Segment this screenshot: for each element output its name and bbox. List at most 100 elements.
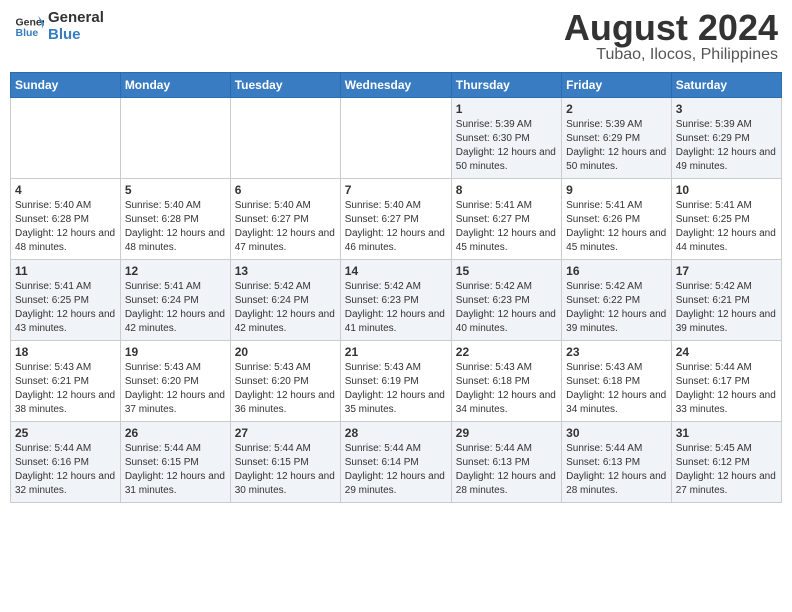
calendar-cell xyxy=(11,98,121,179)
day-info: Sunrise: 5:44 AM Sunset: 6:17 PM Dayligh… xyxy=(676,361,777,417)
calendar-subtitle: Tubao, Ilocos, Philippines xyxy=(564,46,778,64)
day-info: Sunrise: 5:43 AM Sunset: 6:20 PM Dayligh… xyxy=(125,361,226,417)
calendar-week-row: 18Sunrise: 5:43 AM Sunset: 6:21 PM Dayli… xyxy=(11,341,782,422)
day-info: Sunrise: 5:41 AM Sunset: 6:27 PM Dayligh… xyxy=(456,199,557,255)
calendar-cell: 3Sunrise: 5:39 AM Sunset: 6:29 PM Daylig… xyxy=(671,98,781,179)
calendar-cell: 14Sunrise: 5:42 AM Sunset: 6:23 PM Dayli… xyxy=(340,260,451,341)
calendar-cell: 16 Sunrise: 5:42 AM Sunset: 6:22 PM Dayli… xyxy=(562,260,672,341)
day-number: 7 xyxy=(345,183,447,197)
day-info: Sunrise: 5:40 AM Sunset: 6:28 PM Dayligh… xyxy=(15,199,116,255)
day-info: Sunrise: 5:43 AM Sunset: 6:18 PM Dayligh… xyxy=(566,361,667,417)
day-info: Sunrise: 5:43 AM Sunset: 6:19 PM Dayligh… xyxy=(345,361,447,417)
calendar-cell: 27 Sunrise: 5:44 AM Sunset: 6:15 PM Dayli… xyxy=(230,422,340,503)
calendar-cell: 11Sunrise: 5:41 AM Sunset: 6:25 PM Dayli… xyxy=(11,260,121,341)
day-number: 17 xyxy=(676,264,777,278)
calendar-week-row: 4 Sunrise: 5:40 AM Sunset: 6:28 PM Daylig… xyxy=(11,179,782,260)
day-header-saturday: Saturday xyxy=(671,73,781,98)
calendar-cell: 28Sunrise: 5:44 AM Sunset: 6:14 PM Dayli… xyxy=(340,422,451,503)
day-header-monday: Monday xyxy=(120,73,230,98)
calendar-cell: 2Sunrise: 5:39 AM Sunset: 6:29 PM Daylig… xyxy=(562,98,672,179)
calendar-cell: 10Sunrise: 5:41 AM Sunset: 6:25 PM Dayli… xyxy=(671,179,781,260)
day-info: Sunrise: 5:42 AM Sunset: 6:21 PM Dayligh… xyxy=(676,280,777,336)
day-number: 4 xyxy=(15,183,116,197)
day-number: 12 xyxy=(125,264,226,278)
day-header-wednesday: Wednesday xyxy=(340,73,451,98)
day-info: Sunrise: 5:42 AM Sunset: 6:23 PM Dayligh… xyxy=(456,280,557,336)
day-info: Sunrise: 5:41 AM Sunset: 6:26 PM Dayligh… xyxy=(566,199,667,255)
logo-icon: General Blue xyxy=(14,12,44,42)
calendar-cell xyxy=(230,98,340,179)
day-number: 24 xyxy=(676,345,777,359)
day-number: 1 xyxy=(456,102,557,116)
day-info: Sunrise: 5:41 AM Sunset: 6:24 PM Dayligh… xyxy=(125,280,226,336)
calendar-cell: 29Sunrise: 5:44 AM Sunset: 6:13 PM Dayli… xyxy=(451,422,561,503)
logo-text-line2: Blue xyxy=(48,27,104,44)
calendar-week-row: 1 Sunrise: 5:39 AM Sunset: 6:30 PM Daylig… xyxy=(11,98,782,179)
day-number: 22 xyxy=(456,345,557,359)
day-info: Sunrise: 5:39 AM Sunset: 6:30 PM Dayligh… xyxy=(456,118,557,174)
day-number: 20 xyxy=(235,345,336,359)
day-number: 8 xyxy=(456,183,557,197)
day-number: 10 xyxy=(676,183,777,197)
day-info: Sunrise: 5:42 AM Sunset: 6:23 PM Dayligh… xyxy=(345,280,447,336)
calendar-cell: 9 Sunrise: 5:41 AM Sunset: 6:26 PM Daylig… xyxy=(562,179,672,260)
day-info: Sunrise: 5:39 AM Sunset: 6:29 PM Dayligh… xyxy=(676,118,777,174)
calendar-cell: 4 Sunrise: 5:40 AM Sunset: 6:28 PM Daylig… xyxy=(11,179,121,260)
day-info: Sunrise: 5:44 AM Sunset: 6:13 PM Dayligh… xyxy=(456,442,557,498)
day-number: 27 xyxy=(235,426,336,440)
calendar-header-row: SundayMondayTuesdayWednesdayThursdayFrid… xyxy=(11,73,782,98)
calendar-title: August 2024 xyxy=(564,10,778,46)
day-info: Sunrise: 5:45 AM Sunset: 6:12 PM Dayligh… xyxy=(676,442,777,498)
day-number: 5 xyxy=(125,183,226,197)
calendar-cell: 13Sunrise: 5:42 AM Sunset: 6:24 PM Dayli… xyxy=(230,260,340,341)
day-info: Sunrise: 5:39 AM Sunset: 6:29 PM Dayligh… xyxy=(566,118,667,174)
calendar-cell: 22 Sunrise: 5:43 AM Sunset: 6:18 PM Dayli… xyxy=(451,341,561,422)
day-info: Sunrise: 5:44 AM Sunset: 6:15 PM Dayligh… xyxy=(235,442,336,498)
day-number: 26 xyxy=(125,426,226,440)
day-info: Sunrise: 5:40 AM Sunset: 6:27 PM Dayligh… xyxy=(345,199,447,255)
calendar-cell: 7 Sunrise: 5:40 AM Sunset: 6:27 PM Daylig… xyxy=(340,179,451,260)
calendar-cell: 18Sunrise: 5:43 AM Sunset: 6:21 PM Dayli… xyxy=(11,341,121,422)
calendar-cell: 25Sunrise: 5:44 AM Sunset: 6:16 PM Dayli… xyxy=(11,422,121,503)
day-info: Sunrise: 5:42 AM Sunset: 6:24 PM Dayligh… xyxy=(235,280,336,336)
day-info: Sunrise: 5:40 AM Sunset: 6:27 PM Dayligh… xyxy=(235,199,336,255)
day-info: Sunrise: 5:43 AM Sunset: 6:18 PM Dayligh… xyxy=(456,361,557,417)
day-header-tuesday: Tuesday xyxy=(230,73,340,98)
day-info: Sunrise: 5:44 AM Sunset: 6:14 PM Dayligh… xyxy=(345,442,447,498)
day-header-thursday: Thursday xyxy=(451,73,561,98)
day-info: Sunrise: 5:43 AM Sunset: 6:21 PM Dayligh… xyxy=(15,361,116,417)
calendar-cell: 8 Sunrise: 5:41 AM Sunset: 6:27 PM Daylig… xyxy=(451,179,561,260)
svg-text:Blue: Blue xyxy=(16,27,39,39)
calendar-cell: 19 Sunrise: 5:43 AM Sunset: 6:20 PM Dayli… xyxy=(120,341,230,422)
day-number: 19 xyxy=(125,345,226,359)
calendar-cell: 12 Sunrise: 5:41 AM Sunset: 6:24 PM Dayli… xyxy=(120,260,230,341)
title-block: August 2024 Tubao, Ilocos, Philippines xyxy=(564,10,778,64)
day-number: 9 xyxy=(566,183,667,197)
calendar-cell: 31 Sunrise: 5:45 AM Sunset: 6:12 PM Dayli… xyxy=(671,422,781,503)
day-number: 16 xyxy=(566,264,667,278)
calendar-cell: 6 Sunrise: 5:40 AM Sunset: 6:27 PM Daylig… xyxy=(230,179,340,260)
logo-text-line1: General xyxy=(48,10,104,27)
calendar-table: SundayMondayTuesdayWednesdayThursdayFrid… xyxy=(10,72,782,503)
calendar-cell: 17 Sunrise: 5:42 AM Sunset: 6:21 PM Dayli… xyxy=(671,260,781,341)
day-number: 23 xyxy=(566,345,667,359)
calendar-cell: 26Sunrise: 5:44 AM Sunset: 6:15 PM Dayli… xyxy=(120,422,230,503)
day-info: Sunrise: 5:43 AM Sunset: 6:20 PM Dayligh… xyxy=(235,361,336,417)
day-info: Sunrise: 5:40 AM Sunset: 6:28 PM Dayligh… xyxy=(125,199,226,255)
calendar-cell: 5 Sunrise: 5:40 AM Sunset: 6:28 PM Daylig… xyxy=(120,179,230,260)
calendar-cell: 24 Sunrise: 5:44 AM Sunset: 6:17 PM Dayli… xyxy=(671,341,781,422)
day-number: 30 xyxy=(566,426,667,440)
day-number: 21 xyxy=(345,345,447,359)
day-number: 6 xyxy=(235,183,336,197)
day-number: 15 xyxy=(456,264,557,278)
day-info: Sunrise: 5:42 AM Sunset: 6:22 PM Dayligh… xyxy=(566,280,667,336)
day-number: 25 xyxy=(15,426,116,440)
calendar-body: 1 Sunrise: 5:39 AM Sunset: 6:30 PM Daylig… xyxy=(11,98,782,503)
day-number: 11 xyxy=(15,264,116,278)
calendar-cell: 30Sunrise: 5:44 AM Sunset: 6:13 PM Dayli… xyxy=(562,422,672,503)
logo: General Blue General Blue xyxy=(14,10,104,43)
day-number: 31 xyxy=(676,426,777,440)
calendar-week-row: 25Sunrise: 5:44 AM Sunset: 6:16 PM Dayli… xyxy=(11,422,782,503)
calendar-week-row: 11Sunrise: 5:41 AM Sunset: 6:25 PM Dayli… xyxy=(11,260,782,341)
calendar-cell: 15 Sunrise: 5:42 AM Sunset: 6:23 PM Dayli… xyxy=(451,260,561,341)
